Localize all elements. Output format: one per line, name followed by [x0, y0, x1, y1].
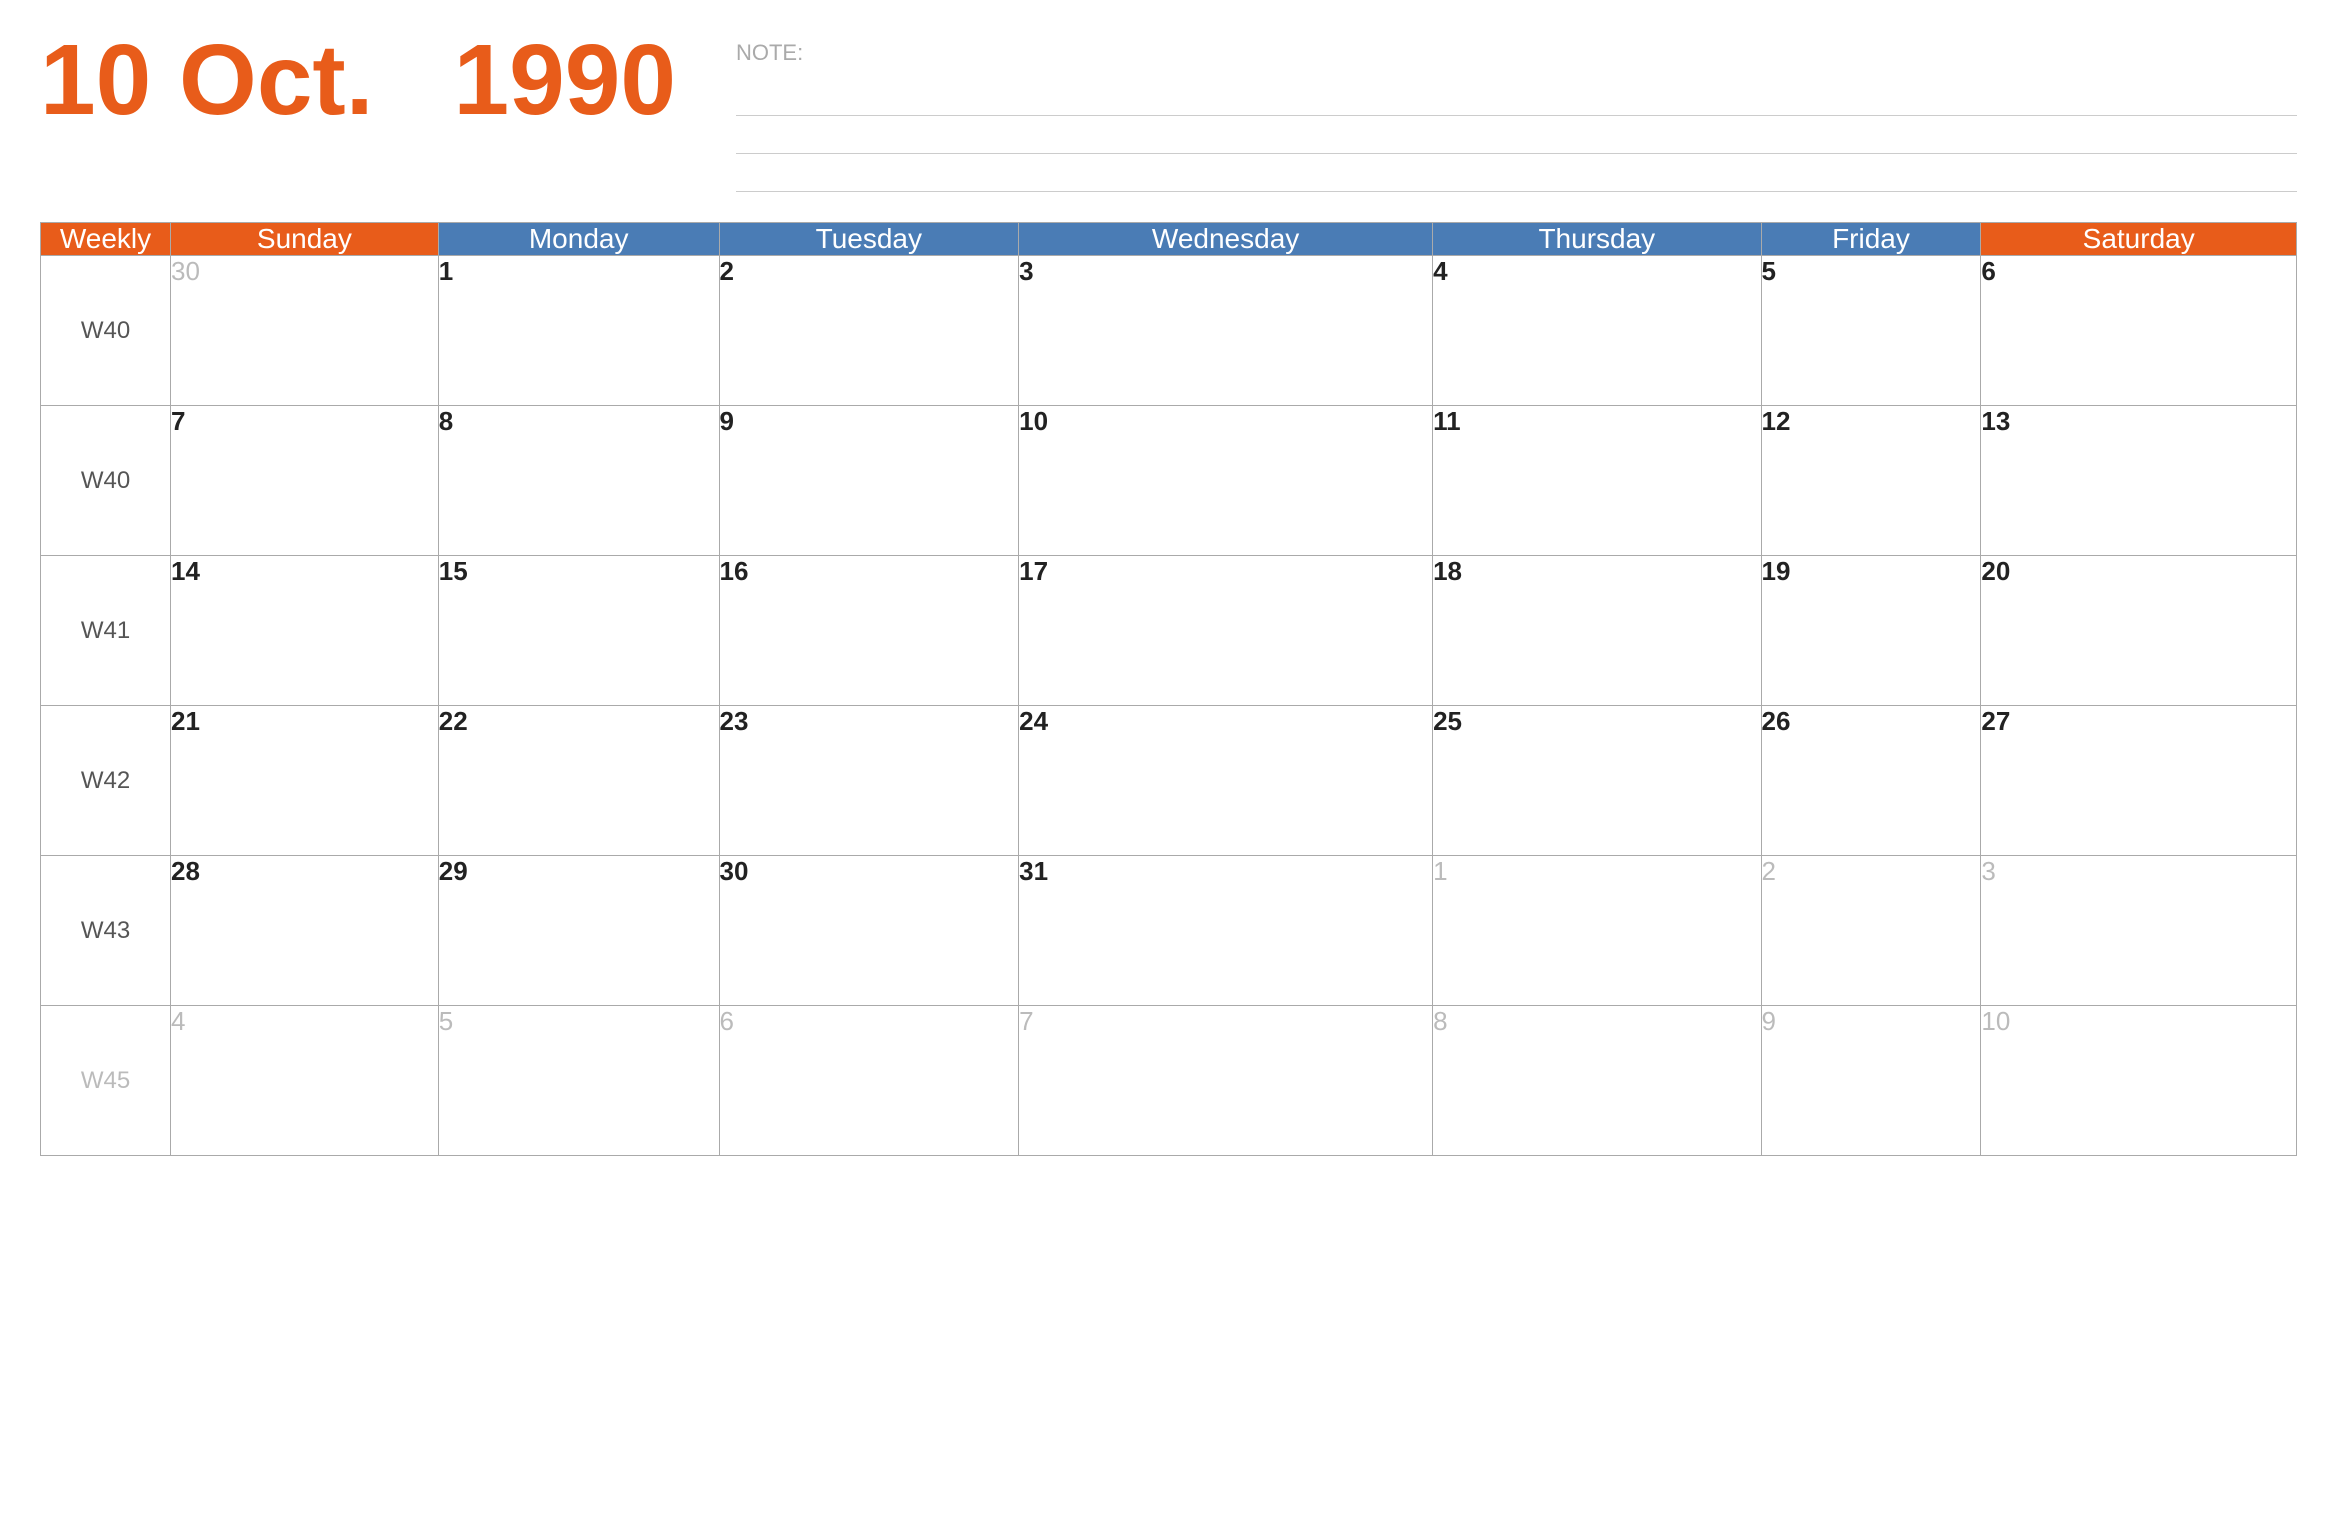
col-header-tuesday: Tuesday: [719, 223, 1019, 256]
month-name: Oct.: [179, 24, 373, 136]
day-cell: 5: [1761, 256, 1981, 406]
note-line-1: [736, 78, 2297, 116]
day-cell: 5: [438, 1006, 719, 1156]
day-month: 10 Oct.: [40, 30, 374, 130]
day-cell: 6: [719, 1006, 1019, 1156]
calendar-row: W4078910111213: [41, 406, 2297, 556]
day-cell: 28: [171, 856, 439, 1006]
col-header-monday: Monday: [438, 223, 719, 256]
day-cell: 9: [719, 406, 1019, 556]
day-cell: 11: [1433, 406, 1761, 556]
day-cell: 24: [1019, 706, 1433, 856]
week-number-cell: W43: [41, 856, 171, 1006]
day-cell: 6: [1981, 256, 2297, 406]
day-number: 10: [40, 24, 151, 136]
note-area: NOTE:: [676, 30, 2297, 192]
page-header: 10 Oct. 1990 NOTE:: [40, 30, 2297, 192]
day-cell: 7: [171, 406, 439, 556]
day-cell: 21: [171, 706, 439, 856]
header-row: Weekly Sunday Monday Tuesday Wednesday T…: [41, 223, 2297, 256]
day-cell: 25: [1433, 706, 1761, 856]
day-cell: 13: [1981, 406, 2297, 556]
calendar-row: W4030123456: [41, 256, 2297, 406]
day-cell: 8: [1433, 1006, 1761, 1156]
day-cell: 14: [171, 556, 439, 706]
col-header-wednesday: Wednesday: [1019, 223, 1433, 256]
col-header-saturday: Saturday: [1981, 223, 2297, 256]
week-number-cell: W42: [41, 706, 171, 856]
week-number-cell: W40: [41, 406, 171, 556]
week-number-cell: W41: [41, 556, 171, 706]
note-label: NOTE:: [736, 40, 2297, 66]
day-cell: 19: [1761, 556, 1981, 706]
day-cell: 10: [1981, 1006, 2297, 1156]
day-cell: 4: [171, 1006, 439, 1156]
day-cell: 17: [1019, 556, 1433, 706]
day-cell: 1: [1433, 856, 1761, 1006]
day-cell: 1: [438, 256, 719, 406]
calendar-row: W4545678910: [41, 1006, 2297, 1156]
day-cell: 31: [1019, 856, 1433, 1006]
week-number-cell: W40: [41, 256, 171, 406]
day-cell: 30: [719, 856, 1019, 1006]
day-cell: 22: [438, 706, 719, 856]
day-cell: 30: [171, 256, 439, 406]
day-cell: 20: [1981, 556, 2297, 706]
day-cell: 18: [1433, 556, 1761, 706]
calendar-row: W4221222324252627: [41, 706, 2297, 856]
day-cell: 9: [1761, 1006, 1981, 1156]
date-display: 10 Oct. 1990: [40, 30, 676, 130]
day-cell: 12: [1761, 406, 1981, 556]
col-header-thursday: Thursday: [1433, 223, 1761, 256]
year-display: 1990: [454, 30, 676, 130]
day-cell: 4: [1433, 256, 1761, 406]
note-line-3: [736, 154, 2297, 192]
day-cell: 3: [1019, 256, 1433, 406]
day-cell: 2: [719, 256, 1019, 406]
col-header-weekly: Weekly: [41, 223, 171, 256]
week-number-cell: W45: [41, 1006, 171, 1156]
day-cell: 23: [719, 706, 1019, 856]
day-cell: 3: [1981, 856, 2297, 1006]
day-cell: 29: [438, 856, 719, 1006]
col-header-sunday: Sunday: [171, 223, 439, 256]
calendar-row: W4328293031123: [41, 856, 2297, 1006]
day-cell: 10: [1019, 406, 1433, 556]
calendar-table: Weekly Sunday Monday Tuesday Wednesday T…: [40, 222, 2297, 1156]
col-header-friday: Friday: [1761, 223, 1981, 256]
note-line-2: [736, 116, 2297, 154]
day-cell: 27: [1981, 706, 2297, 856]
day-cell: 15: [438, 556, 719, 706]
day-cell: 8: [438, 406, 719, 556]
day-cell: 16: [719, 556, 1019, 706]
day-cell: 2: [1761, 856, 1981, 1006]
day-cell: 7: [1019, 1006, 1433, 1156]
day-cell: 26: [1761, 706, 1981, 856]
calendar-row: W4114151617181920: [41, 556, 2297, 706]
